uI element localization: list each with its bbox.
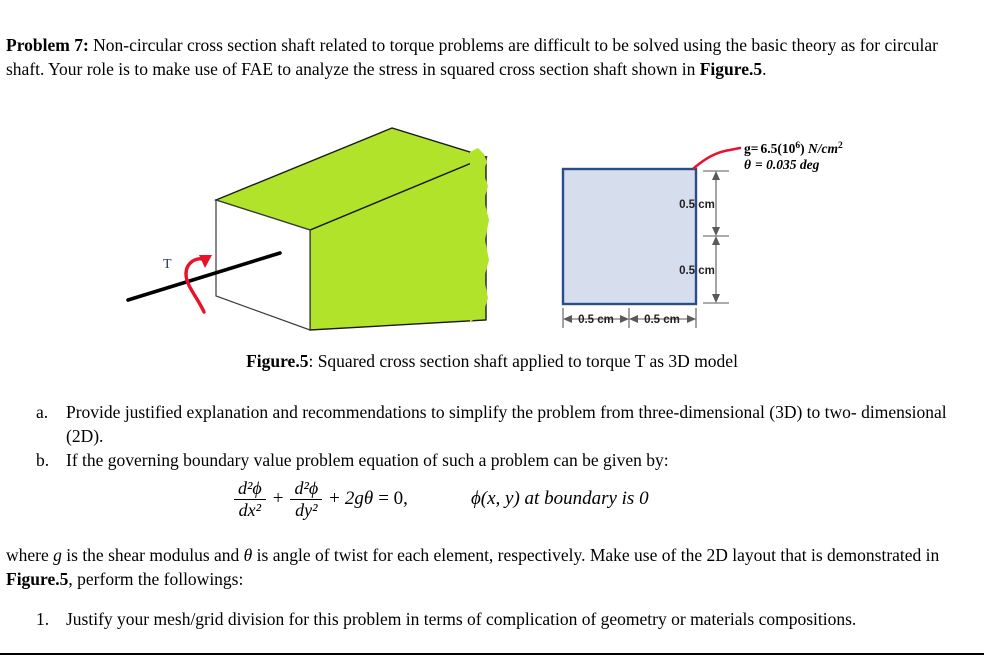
dimension-label-right: 0.5 cm (644, 314, 680, 326)
annotation-leader-line (692, 146, 742, 170)
list-item-label: Provide justified explanation and recomm… (66, 402, 947, 446)
equation-plus-1: + (272, 488, 284, 510)
equation-plus-2: + (329, 488, 340, 510)
shaft-3d-model (213, 127, 489, 331)
list-item: 1. Justify your mesh/grid division for t… (36, 607, 980, 631)
list-item-marker: a. (36, 402, 49, 422)
figure-caption-label: Figure.5 (246, 351, 309, 371)
torque-arrowhead-icon (199, 255, 212, 268)
figure-caption-text: : Squared cross section shaft applied to… (308, 351, 738, 371)
dimension-label-left: 0.5 cm (578, 314, 614, 326)
equation-boundary-condition: ϕ(x, y) at boundary is 0 (470, 488, 649, 510)
shear-modulus-symbol: g (53, 545, 62, 565)
dimension-label-top: 0.5 cm (679, 199, 715, 211)
equation-term-2gtheta: 2gθ (344, 488, 374, 510)
numbered-task-list: 1. Justify your mesh/grid division for t… (36, 607, 980, 631)
page-bottom-divider (0, 653, 984, 655)
lettered-task-list: a. Provide justified explanation and rec… (36, 400, 980, 472)
figure-caption: Figure.5: Squared cross section shaft ap… (0, 350, 984, 372)
intro-text: Non-circular cross section shaft related… (6, 35, 938, 79)
intro-figure-reference: Figure.5 (699, 59, 763, 79)
governing-equation: d²ϕ dx² + d²ϕ dy² + 2gθ = 0, ϕ(x, y) at … (232, 479, 649, 520)
torque-arrow-icon (184, 257, 208, 314)
twist-angle-annotation: θ = 0.035 deg (744, 157, 820, 172)
list-item: a. Provide justified explanation and rec… (36, 400, 980, 448)
list-item-marker: b. (36, 450, 50, 470)
equation-fraction-y: d²ϕ dy² (290, 479, 323, 520)
where-part-1: where (6, 545, 54, 565)
equation-equals-zero: = 0, (378, 488, 408, 510)
dimension-label-bottom: 0.5 cm (679, 265, 715, 277)
equation-denominator-x: dx² (238, 499, 262, 520)
twist-angle-symbol: θ (243, 545, 253, 565)
equation-fraction-x: d²ϕ dx² (234, 479, 266, 520)
intro-tail: . (762, 59, 767, 79)
where-paragraph: where g is the shear modulus and θ is an… (6, 543, 964, 591)
problem-label: Problem 7: (6, 35, 89, 55)
equation-denominator-y: dy² (295, 499, 318, 520)
where-part-4: , perform the followings: (68, 569, 244, 589)
cross-section-square (561, 167, 698, 306)
intro-paragraph: Problem 7: Non-circular cross section sh… (6, 33, 954, 81)
where-part-3: is angle of twist for each element, resp… (252, 545, 940, 565)
list-item-label: Justify your mesh/grid division for this… (66, 609, 857, 629)
where-part-2: is the shear modulus and (61, 545, 244, 565)
list-item: b. If the governing boundary value probl… (36, 448, 980, 472)
figure-5-illustration: T 0.5 cm 0.5 cm 0.5 cm 0.5 cm g= 6.5(106… (0, 100, 984, 345)
where-figure-reference: Figure.5 (6, 569, 69, 589)
material-property-annotation: g= 6.5(106) N/cm2 (744, 141, 843, 156)
equation-numerator-x: d²ϕ (234, 479, 266, 500)
list-item-label: If the governing boundary value problem … (66, 450, 669, 470)
torque-label: T (163, 257, 172, 272)
equation-numerator-y: d²ϕ (290, 479, 323, 500)
list-item-marker: 1. (36, 609, 50, 629)
